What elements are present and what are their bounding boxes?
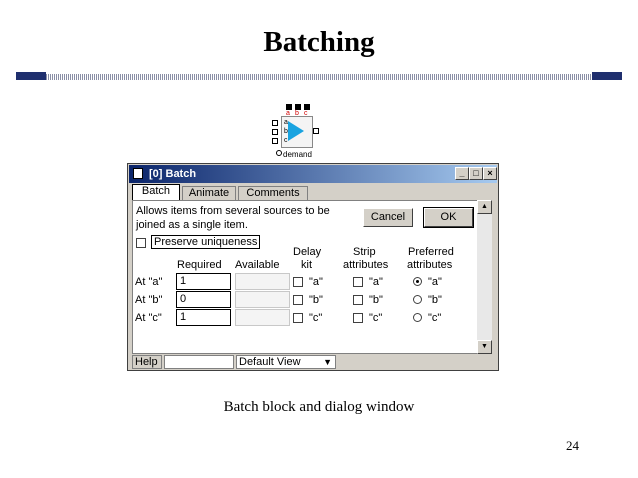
dialog-titlebar[interactable]: [0] Batch _ □ × bbox=[129, 165, 497, 183]
ok-button[interactable]: OK bbox=[423, 207, 474, 228]
inner-label-b: b bbox=[284, 128, 288, 135]
scroll-down-icon[interactable]: ▼ bbox=[477, 340, 492, 354]
strip-checkbox-a[interactable] bbox=[353, 277, 363, 287]
preferred-label-b: "b" bbox=[428, 294, 442, 306]
dialog-statusbar: Help Default View ▼ bbox=[132, 355, 492, 369]
demand-label: demand bbox=[283, 150, 312, 159]
row-label-a: At "a" bbox=[135, 276, 163, 288]
available-field-a bbox=[235, 273, 290, 290]
delay-kit-checkbox-c[interactable] bbox=[293, 313, 303, 323]
scroll-up-icon[interactable]: ▲ bbox=[477, 200, 492, 214]
required-field-b[interactable]: 0 bbox=[176, 291, 231, 308]
view-select[interactable]: Default View ▼ bbox=[236, 355, 336, 369]
batch-block-icon[interactable]: a b c a b c demand bbox=[270, 104, 330, 160]
output-pin[interactable] bbox=[313, 128, 319, 134]
chevron-down-icon[interactable]: ▼ bbox=[323, 356, 332, 368]
strip-checkbox-c[interactable] bbox=[353, 313, 363, 323]
strip-header-1: Strip bbox=[353, 246, 376, 258]
preferred-label-a: "a" bbox=[428, 276, 442, 288]
rule-hatch bbox=[16, 74, 622, 80]
row-label-b: At "b" bbox=[135, 294, 163, 306]
preferred-header-1: Preferred bbox=[408, 246, 454, 258]
delay-kit-label-c: "c" bbox=[309, 312, 323, 324]
batch-triangle-icon bbox=[288, 121, 304, 141]
preferred-radio-c[interactable] bbox=[413, 313, 422, 322]
close-button[interactable]: × bbox=[483, 167, 497, 180]
description-line-2: joined as a single item. bbox=[136, 219, 248, 231]
strip-header-2: attributes bbox=[343, 259, 389, 271]
delay-kit-label-a: "a" bbox=[309, 276, 323, 288]
rule-block-right bbox=[592, 72, 622, 80]
required-field-c[interactable]: 1 bbox=[176, 309, 231, 326]
input-pin-a[interactable] bbox=[272, 120, 278, 126]
preferred-label-c: "c" bbox=[428, 312, 442, 324]
cancel-button[interactable]: Cancel bbox=[363, 208, 413, 227]
delay-kit-label-b: "b" bbox=[309, 294, 323, 306]
input-pin-c[interactable] bbox=[272, 138, 278, 144]
row-label-c: At "c" bbox=[135, 312, 162, 324]
preferred-header-2: attributes bbox=[407, 259, 453, 271]
input-pin-b[interactable] bbox=[272, 129, 278, 135]
page-number: 24 bbox=[566, 438, 579, 453]
tab-animate[interactable]: Animate bbox=[182, 186, 236, 200]
strip-label-c: "c" bbox=[369, 312, 383, 324]
description-line-1: Allows items from several sources to be bbox=[136, 205, 330, 217]
available-header: Available bbox=[235, 259, 280, 271]
tab-comments[interactable]: Comments bbox=[238, 186, 308, 200]
available-field-b bbox=[235, 291, 290, 308]
slide-title: Batching bbox=[263, 26, 375, 58]
window-icon bbox=[133, 168, 143, 179]
delay-header-1: Delay bbox=[293, 246, 322, 258]
available-field-c bbox=[235, 309, 290, 326]
strip-label-b: "b" bbox=[369, 294, 383, 306]
preserve-uniqueness-label[interactable]: Preserve uniqueness bbox=[151, 235, 261, 249]
vertical-scrollbar[interactable]: ▲ ▼ bbox=[477, 200, 492, 354]
inner-label-c: c bbox=[284, 137, 288, 144]
demand-connector-icon[interactable] bbox=[276, 150, 282, 156]
strip-checkbox-b[interactable] bbox=[353, 295, 363, 305]
preserve-uniqueness-checkbox[interactable] bbox=[136, 238, 146, 248]
help-button[interactable]: Help bbox=[132, 355, 162, 369]
minimize-button[interactable]: _ bbox=[455, 167, 469, 180]
preferred-radio-b[interactable] bbox=[413, 295, 422, 304]
view-select-value: Default View bbox=[239, 356, 301, 368]
rule-block-left bbox=[16, 72, 46, 80]
inner-label-a: a bbox=[284, 119, 288, 126]
batch-dialog: [0] Batch _ □ × Batch Animate Comments A… bbox=[127, 163, 499, 371]
batch-panel: Allows items from several sources to be … bbox=[132, 200, 492, 354]
delay-header-2: kit bbox=[301, 259, 312, 271]
title-rule bbox=[16, 72, 622, 82]
required-field-a[interactable]: 1 bbox=[176, 273, 231, 290]
status-field bbox=[164, 355, 234, 369]
dialog-title: [0] Batch bbox=[149, 168, 197, 180]
delay-kit-checkbox-a[interactable] bbox=[293, 277, 303, 287]
delay-kit-checkbox-b[interactable] bbox=[293, 295, 303, 305]
slide-caption: Batch block and dialog window bbox=[223, 399, 415, 415]
maximize-button[interactable]: □ bbox=[469, 167, 483, 180]
required-header: Required bbox=[177, 259, 222, 271]
strip-label-a: "a" bbox=[369, 276, 383, 288]
preferred-radio-a[interactable] bbox=[413, 277, 422, 286]
tab-batch[interactable]: Batch bbox=[132, 184, 180, 200]
